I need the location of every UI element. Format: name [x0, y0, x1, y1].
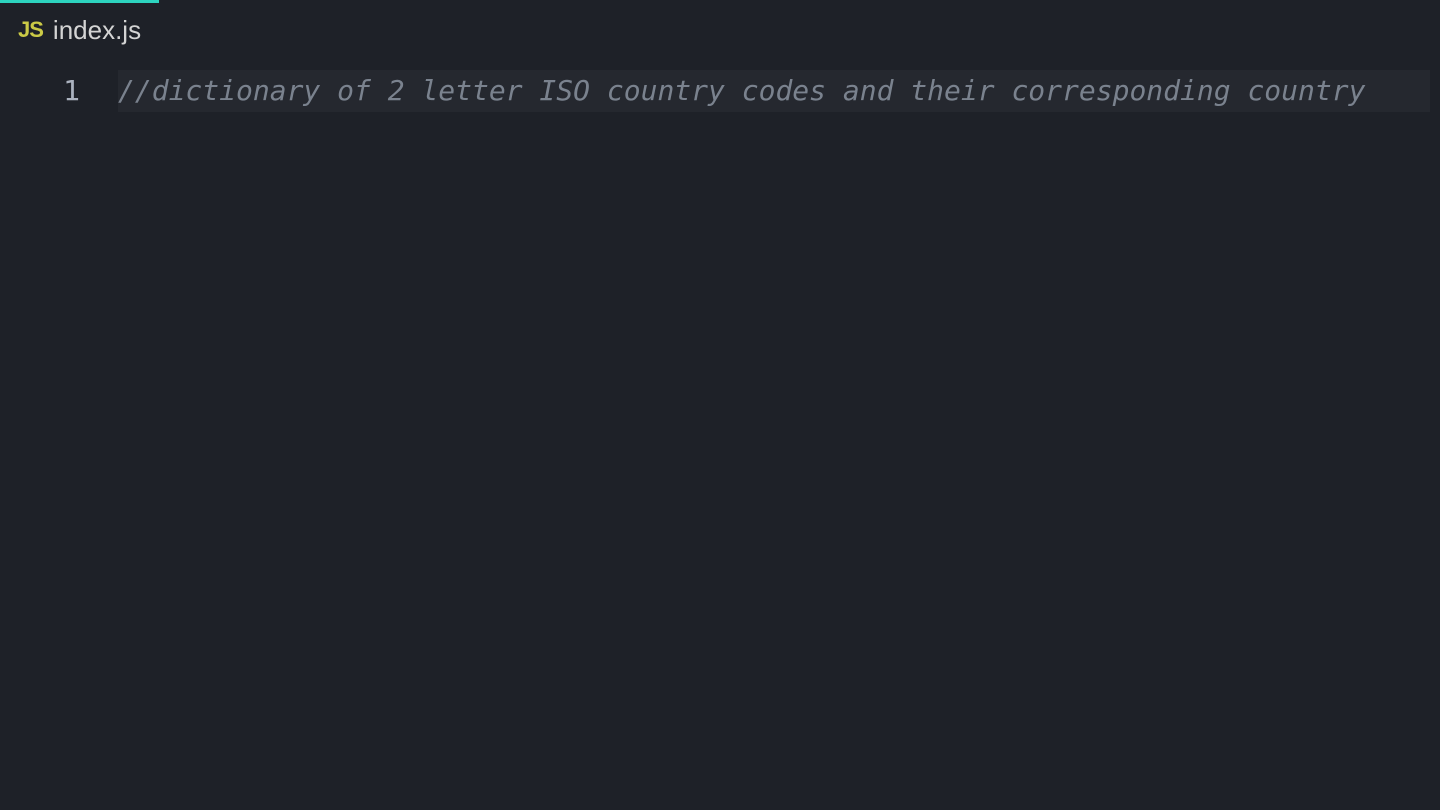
js-file-icon: JS [18, 17, 43, 43]
code-editor[interactable]: 1 //dictionary of 2 letter ISO country c… [0, 60, 1440, 810]
line-number: 1 [0, 70, 80, 112]
code-line: //dictionary of 2 letter ISO country cod… [118, 70, 1440, 112]
tab-index-js[interactable]: JS index.js [0, 0, 159, 60]
comment-text: //dictionary of 2 letter ISO country cod… [118, 74, 1365, 107]
tab-filename-label: index.js [53, 15, 141, 46]
code-content-area[interactable]: //dictionary of 2 letter ISO country cod… [108, 60, 1440, 810]
tab-bar: JS index.js [0, 0, 1440, 60]
line-number-gutter: 1 [0, 60, 108, 810]
